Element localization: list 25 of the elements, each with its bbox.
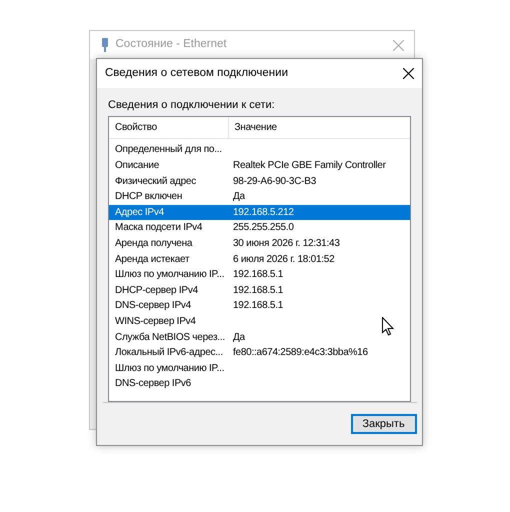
window-title: Состояние - Ethernet (116, 37, 227, 52)
list-row[interactable]: Маска подсети IPv4 255.255.255.0 (109, 220, 410, 236)
column-header[interactable]: Значение (229, 120, 277, 136)
list-row[interactable]: DNS-сервер IPv6 (109, 376, 410, 392)
list-row[interactable]: Адрес IPv4 192.168.5.212 (109, 204, 410, 220)
section-label: Сведения о подключении к сети: (108, 98, 275, 111)
mouse-pointer-icon (382, 317, 394, 336)
list-row[interactable]: Шлюз по умолчанию IP... 192.168.5.1 (109, 266, 410, 282)
list-row[interactable]: Описание Realtek PCIe GBE Family Controller (109, 158, 410, 174)
list-row[interactable]: Физический адрес 98-29-A6-90-3C-B3 (109, 173, 410, 189)
list-row[interactable]: Локальный IPv6-адрес... fe80::a674:2589:e4c3:3bba%16 (109, 344, 410, 360)
dialog-title: Сведения о сетевом подключении (105, 66, 288, 81)
network-adapter-icon (100, 38, 110, 52)
list-row[interactable]: DNS-сервер IPv4 192.168.5.1 (109, 298, 410, 314)
list-row[interactable]: Определенный для по... (109, 142, 410, 158)
list-row[interactable]: WINS-сервер IPv4 (109, 314, 410, 330)
list-row[interactable]: Служба NetBIOS через... Да (109, 329, 410, 345)
list-row[interactable]: Аренда получена 30 июня 2026 г. 12:31:43 (109, 236, 410, 252)
list-row[interactable]: Шлюз по умолчанию IP... (109, 360, 410, 376)
column-header[interactable]: Свойство (109, 117, 229, 138)
list-row[interactable]: Аренда истекает 6 июля 2026 г. 18:01:52 (109, 251, 410, 267)
close-button[interactable]: Закрыть (350, 414, 416, 434)
close-icon[interactable] (403, 68, 414, 79)
list-row[interactable]: DHCP включен Да (109, 188, 410, 205)
list-row[interactable]: DHCP-сервер IPv4 192.168.5.1 (109, 282, 410, 298)
